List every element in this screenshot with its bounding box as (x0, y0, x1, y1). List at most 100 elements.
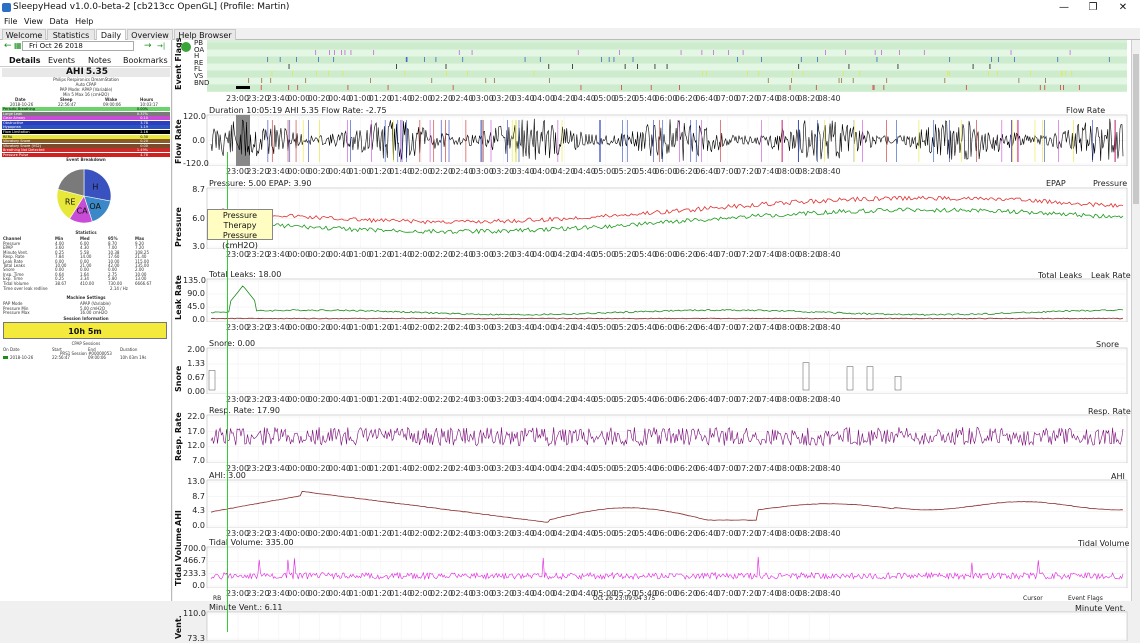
menu-data[interactable]: Data (49, 16, 68, 28)
pie-slice-label: OA (89, 202, 101, 211)
pressure-tooltip: Pressure Therapy Pressure (cmH2O) (207, 209, 273, 250)
subtab-notes[interactable]: Notes (88, 55, 111, 67)
tooltip-title: Pressure (222, 211, 258, 220)
session-header: Duration (120, 347, 138, 352)
legend-pressure: Pressure (1093, 179, 1128, 188)
event-value: 1.49% (136, 148, 148, 153)
tab-statistics[interactable]: Statistics (47, 29, 95, 40)
graph-ahi[interactable]: AHI AHI: 3.00 13.0 8.7 4.3 0.0 AHI (173, 471, 1131, 530)
leak-redline-label: Time over leak redline (3, 286, 48, 291)
event-value: 3.78 (140, 120, 148, 125)
event-name: Flow Limitation (3, 130, 30, 134)
event-value: 0.00% (136, 107, 148, 111)
pie-slice-label: H (92, 183, 98, 192)
event-row[interactable]: Hypopnea 1.19 (2, 125, 170, 130)
next-day-arrow-icon[interactable]: → (144, 41, 152, 51)
prev-day-arrow-icon[interactable]: ← (4, 41, 12, 51)
event-row[interactable]: RERA 0.30 (2, 134, 170, 139)
y-tick: 233.3 (183, 568, 206, 578)
session-header: Date (10, 347, 20, 352)
tab-welcome[interactable]: Welcome (2, 29, 46, 40)
event-row[interactable]: Vibratory Snore 0.20 (2, 139, 170, 144)
tab-help-browser[interactable]: Help Browser (174, 29, 236, 40)
time-tick: 08:40 (817, 323, 841, 332)
stats-cell: 6666.67 (135, 280, 152, 286)
graph-pressure[interactable]: Pressure Pressure: 5.00 EPAP: 3.90 8.7 6.0 3… (173, 179, 1131, 251)
graph-legend: AHI (1111, 472, 1125, 481)
event-row[interactable]: Vibratory Snore (VS2) 0.00 (2, 143, 170, 148)
y-tick: 110.0 (183, 609, 206, 618)
event-name: Obstructive (3, 120, 24, 125)
y-tick: 8.7 (192, 491, 205, 501)
event-row[interactable]: Breathing Not Detected 1.49% (2, 148, 170, 153)
y-tick: 8.7 (192, 185, 205, 194)
graph-legend: Tidal Volume (1078, 539, 1130, 548)
menu-help[interactable]: Help (75, 16, 93, 28)
event-name: Large Leak (3, 111, 23, 116)
pie-title: Event Breakdown (66, 157, 106, 162)
graph-tidal[interactable]: Tidal Volume Tidal Volume: 335.00 700.0 466… (173, 528, 1131, 590)
event-value: 0.20 (140, 139, 148, 144)
event-row[interactable]: Periodic Breathing 0.00% (2, 107, 170, 111)
graph-legend: Minute Vent. (1075, 604, 1126, 613)
graph-plot (207, 40, 1127, 92)
event-name: Vibratory Snore (VS2) (3, 143, 42, 148)
time-axis: 23:00 23:20 23:40 00:00 00:20 00:40 01:00 01:20… (173, 395, 1131, 406)
scrollbar-thumb[interactable] (1133, 54, 1139, 204)
graph-scrollbar[interactable] (1131, 40, 1140, 601)
graph-resp[interactable]: Resp. Rate Resp. Rate: 17.90 22.0 17.0 12.0 7… (173, 406, 1131, 465)
event-name: RERA (3, 134, 13, 139)
y-tick: 17.0 (187, 426, 205, 436)
stats-title: Statistics (75, 230, 97, 235)
graph-flow[interactable]: Flow Rate Duration 10:05:19 AHI 5.35 Flow… (173, 106, 1131, 168)
event-name: Clear Airway (3, 116, 26, 121)
window-titlebar: SleepyHead v1.0.0-beta-2 [cb213cc OpenGL… (0, 0, 1140, 16)
maximize-button[interactable]: ❐ (1081, 1, 1105, 14)
event-breakdown-pie: H OA CA RE (55, 167, 113, 225)
event-value: 2.16 (140, 130, 148, 134)
time-tick: 08:40 (817, 464, 841, 473)
stats-cell: 38.67 (55, 280, 67, 286)
event-row[interactable]: Flow Limitation 2.16 (2, 130, 170, 134)
ahi-label: AHI (65, 67, 84, 77)
y-tick: 90.0 (187, 289, 205, 298)
y-tick: 12.0 (187, 441, 205, 451)
subtab-details[interactable]: Details (9, 55, 41, 67)
y-tick: 120.0 (183, 112, 206, 121)
event-row[interactable]: Obstructive 3.78 (2, 120, 170, 125)
calendar-icon[interactable]: ▦ (14, 41, 22, 50)
y-tick: 6.0 (192, 213, 205, 223)
event-value: 0.00 (140, 143, 148, 148)
graph-snore[interactable]: Snore Snore: 0.00 2.00 1.33 0.67 0.00 Snore (173, 339, 1131, 396)
time-axis: 23:00 23:20 23:40 00:00 00:20 00:40 01:00 01:20… (173, 167, 1131, 178)
event-row[interactable]: Clear Airway 0.10 (2, 116, 170, 121)
subtab-events[interactable]: Events (48, 55, 75, 67)
date-picker[interactable]: Fri Oct 26 2018 (22, 41, 134, 51)
detail-subtabs: Details Events Notes Bookmarks (0, 55, 172, 67)
tab-overview[interactable]: Overview (127, 29, 173, 40)
time-axis: 23:00 23:20 23:40 00:00 00:20 00:40 01:00 01:20… (173, 94, 1131, 105)
close-button[interactable]: ✕ (1111, 1, 1135, 14)
subtab-bookmarks[interactable]: Bookmarks (123, 55, 168, 67)
graph-plot (206, 611, 1128, 641)
event-value: 1.19 (140, 125, 148, 130)
menu-file[interactable]: File (4, 16, 17, 28)
event-row[interactable]: Large Leak 0.37% (2, 111, 170, 116)
time-tick: 08:40 (817, 167, 841, 176)
tab-daily[interactable]: Daily (96, 29, 126, 40)
graph-legend: Snore (1096, 340, 1120, 349)
pie-slice-label: CA (77, 207, 89, 216)
event-value: 0.37% (136, 111, 148, 116)
session-cell: 2018-10-26 (10, 355, 34, 360)
time-tick: 08:40 (817, 94, 841, 103)
menu-view[interactable]: View (24, 16, 43, 28)
minimize-button[interactable]: — (1052, 1, 1076, 14)
graph-plot (206, 187, 1128, 249)
graph-plot (206, 278, 1128, 322)
date-nav: ← ▦ Fri Oct 26 2018 → →| (0, 40, 172, 53)
graph-leak[interactable]: Leak Rate Total Leaks: 18.00 135.0 90.0 45.0… (173, 270, 1131, 324)
session-enabled-icon[interactable] (3, 356, 8, 359)
graph-event-flags[interactable]: Event Flags PB OA H RE FL VS BND (173, 37, 1131, 92)
graph-minvent[interactable]: Vent. Minute Vent.: 6.11 110.0 73.3 Minute V… (173, 603, 1131, 643)
last-day-icon[interactable]: →| (157, 42, 165, 50)
